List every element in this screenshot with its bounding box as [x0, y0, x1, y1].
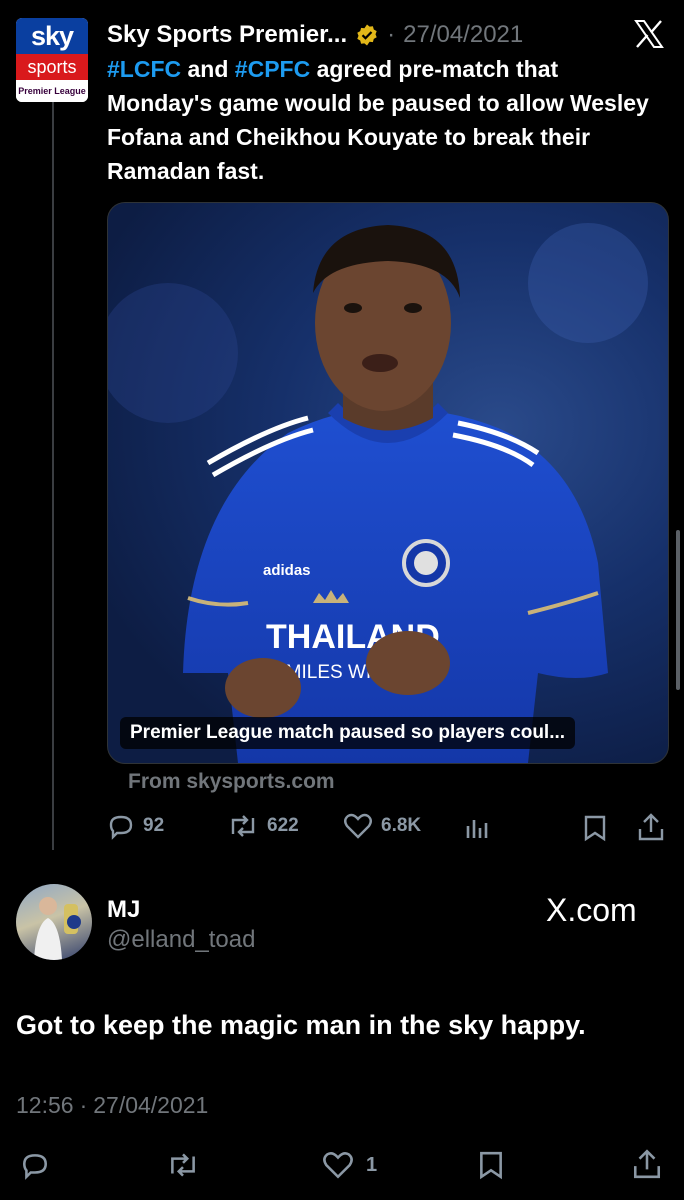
reply-like-count: 1 — [366, 1153, 378, 1176]
reply-bookmark-button[interactable] — [478, 1150, 504, 1185]
reply-tweet-text: Got to keep the magic man in the sky hap… — [16, 1010, 586, 1040]
avatar-premier-league-text: Premier League — [16, 80, 88, 102]
repost-icon — [166, 1150, 200, 1180]
reply-like-button[interactable]: 1 — [322, 1150, 377, 1180]
like-count: 6.8K — [381, 815, 422, 836]
reply-icon — [20, 1150, 50, 1180]
reply-timestamp[interactable]: 12:56 · 27/04/2021 — [16, 1092, 208, 1119]
share-icon — [632, 1148, 662, 1180]
link-card-source[interactable]: From skysports.com — [128, 770, 335, 794]
header-separator: · — [387, 21, 396, 48]
reply-handle[interactable]: @elland_toad — [107, 926, 255, 954]
repost-count: 622 — [267, 815, 299, 836]
link-card-caption: Premier League match paused so players c… — [120, 717, 576, 749]
xcom-watermark: X.com — [546, 892, 637, 928]
link-card-image[interactable]: adidas THAILAND SMILES WITH YOU Premier … — [107, 202, 669, 764]
x-logo-icon[interactable] — [634, 20, 664, 48]
repost-icon — [227, 812, 259, 840]
svg-text:adidas: adidas — [263, 562, 311, 579]
quoted-tweet-actions: 92 622 6.8K — [107, 810, 667, 844]
quoted-tweet-text: #LCFC and #CPFC agreed pre-match that Mo… — [107, 52, 667, 188]
reply-date: 27/04/2021 — [93, 1092, 209, 1118]
reply-reply-button[interactable] — [20, 1150, 50, 1185]
like-button[interactable]: 6.8K — [343, 812, 421, 840]
verified-badge-icon — [355, 23, 379, 47]
mj-avatar[interactable] — [16, 884, 92, 960]
share-button[interactable] — [637, 812, 665, 847]
reply-share-button[interactable] — [632, 1148, 662, 1185]
reply-display-name[interactable]: MJ — [107, 896, 140, 924]
bookmark-button[interactable] — [583, 814, 607, 847]
reply-button[interactable]: 92 — [107, 812, 164, 840]
reply-time: 12:56 — [16, 1092, 74, 1118]
repost-button[interactable]: 622 — [227, 812, 299, 840]
reply-tweet-actions: 1 — [0, 1148, 684, 1188]
reply-timestamp-separator: · — [79, 1092, 88, 1118]
avatar-sky-text: sky — [16, 18, 88, 54]
tweet-text-and: and — [181, 56, 235, 82]
quoted-tweet-header: Sky Sports Premier... · 27/04/2021 — [107, 18, 523, 52]
hashtag-lcfc[interactable]: #LCFC — [107, 56, 181, 82]
reply-count: 92 — [143, 815, 165, 836]
player-photo: adidas THAILAND SMILES WITH YOU — [108, 223, 648, 763]
views-button[interactable] — [465, 816, 491, 845]
thread-connector-line — [52, 100, 54, 850]
bookmark-icon — [478, 1150, 504, 1180]
reply-icon — [107, 812, 135, 840]
author-name[interactable]: Sky Sports Premier... — [107, 21, 347, 49]
analytics-icon — [465, 816, 491, 840]
scrollbar-thumb[interactable] — [676, 530, 680, 690]
avatar-sports-text: sports — [16, 54, 88, 80]
hashtag-cpfc[interactable]: #CPFC — [235, 56, 310, 82]
bookmark-icon — [583, 814, 607, 842]
reply-repost-button[interactable] — [166, 1150, 200, 1185]
heart-icon — [343, 812, 373, 840]
sky-sports-avatar[interactable]: sky sports Premier League — [16, 18, 88, 102]
share-icon — [637, 812, 665, 842]
heart-icon — [322, 1150, 354, 1180]
tweet-date[interactable]: 27/04/2021 — [403, 21, 523, 49]
